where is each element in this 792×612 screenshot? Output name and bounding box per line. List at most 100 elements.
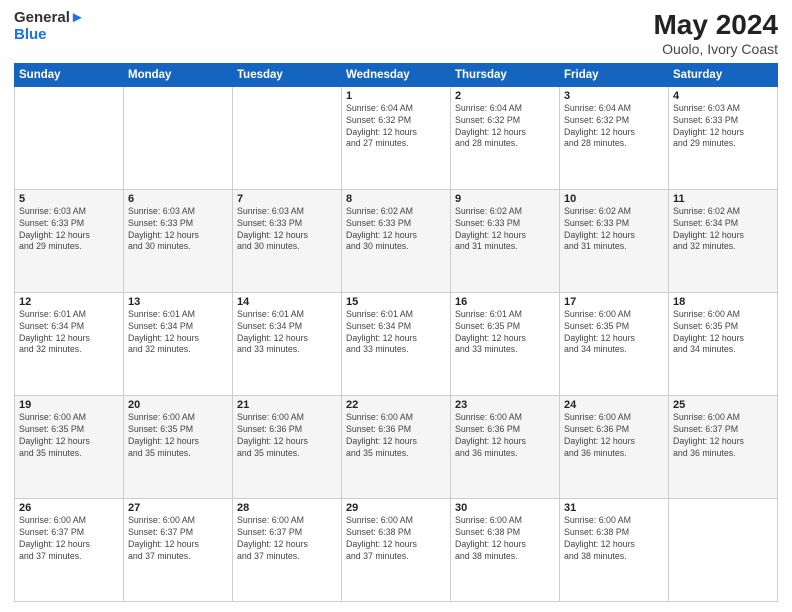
day-info-0-3: Sunrise: 6:04 AM Sunset: 6:32 PM Dayligh… — [346, 103, 446, 151]
day-info-4-5: Sunrise: 6:00 AM Sunset: 6:38 PM Dayligh… — [564, 515, 664, 563]
header-thursday: Thursday — [451, 63, 560, 86]
cell-1-1: 6Sunrise: 6:03 AM Sunset: 6:33 PM Daylig… — [124, 189, 233, 292]
header-saturday: Saturday — [669, 63, 778, 86]
day-num-1-0: 5 — [19, 193, 119, 205]
day-info-1-0: Sunrise: 6:03 AM Sunset: 6:33 PM Dayligh… — [19, 206, 119, 254]
day-info-1-1: Sunrise: 6:03 AM Sunset: 6:33 PM Dayligh… — [128, 206, 228, 254]
day-info-0-6: Sunrise: 6:03 AM Sunset: 6:33 PM Dayligh… — [673, 103, 773, 151]
cell-0-0 — [15, 86, 124, 189]
day-num-0-6: 4 — [673, 90, 773, 102]
cell-2-4: 16Sunrise: 6:01 AM Sunset: 6:35 PM Dayli… — [451, 292, 560, 395]
page: General► Blue May 2024 Ouolo, Ivory Coas… — [0, 0, 792, 612]
day-num-1-6: 11 — [673, 193, 773, 205]
day-num-1-2: 7 — [237, 193, 337, 205]
cell-2-2: 14Sunrise: 6:01 AM Sunset: 6:34 PM Dayli… — [233, 292, 342, 395]
calendar-title: May 2024 — [653, 10, 778, 41]
header-friday: Friday — [560, 63, 669, 86]
logo: General► Blue — [14, 10, 85, 43]
day-num-2-4: 16 — [455, 296, 555, 308]
cell-1-3: 8Sunrise: 6:02 AM Sunset: 6:33 PM Daylig… — [342, 189, 451, 292]
day-num-4-3: 29 — [346, 502, 446, 514]
day-info-2-5: Sunrise: 6:00 AM Sunset: 6:35 PM Dayligh… — [564, 309, 664, 357]
day-info-2-6: Sunrise: 6:00 AM Sunset: 6:35 PM Dayligh… — [673, 309, 773, 357]
cell-0-2 — [233, 86, 342, 189]
day-info-3-4: Sunrise: 6:00 AM Sunset: 6:36 PM Dayligh… — [455, 412, 555, 460]
header-sunday: Sunday — [15, 63, 124, 86]
cell-3-5: 24Sunrise: 6:00 AM Sunset: 6:36 PM Dayli… — [560, 395, 669, 498]
cell-0-1 — [124, 86, 233, 189]
cell-0-5: 3Sunrise: 6:04 AM Sunset: 6:32 PM Daylig… — [560, 86, 669, 189]
day-num-2-3: 15 — [346, 296, 446, 308]
day-num-1-1: 6 — [128, 193, 228, 205]
day-info-3-0: Sunrise: 6:00 AM Sunset: 6:35 PM Dayligh… — [19, 412, 119, 460]
day-num-2-1: 13 — [128, 296, 228, 308]
day-num-1-5: 10 — [564, 193, 664, 205]
cell-4-2: 28Sunrise: 6:00 AM Sunset: 6:37 PM Dayli… — [233, 498, 342, 601]
day-info-3-1: Sunrise: 6:00 AM Sunset: 6:35 PM Dayligh… — [128, 412, 228, 460]
week-row-3: 19Sunrise: 6:00 AM Sunset: 6:35 PM Dayli… — [15, 395, 778, 498]
cell-0-6: 4Sunrise: 6:03 AM Sunset: 6:33 PM Daylig… — [669, 86, 778, 189]
cell-3-0: 19Sunrise: 6:00 AM Sunset: 6:35 PM Dayli… — [15, 395, 124, 498]
day-num-1-4: 9 — [455, 193, 555, 205]
cell-2-5: 17Sunrise: 6:00 AM Sunset: 6:35 PM Dayli… — [560, 292, 669, 395]
day-info-1-4: Sunrise: 6:02 AM Sunset: 6:33 PM Dayligh… — [455, 206, 555, 254]
day-num-3-1: 20 — [128, 399, 228, 411]
day-num-4-4: 30 — [455, 502, 555, 514]
cell-1-6: 11Sunrise: 6:02 AM Sunset: 6:34 PM Dayli… — [669, 189, 778, 292]
day-info-1-5: Sunrise: 6:02 AM Sunset: 6:33 PM Dayligh… — [564, 206, 664, 254]
day-num-3-0: 19 — [19, 399, 119, 411]
day-num-2-5: 17 — [564, 296, 664, 308]
day-num-4-5: 31 — [564, 502, 664, 514]
day-num-3-6: 25 — [673, 399, 773, 411]
cell-2-1: 13Sunrise: 6:01 AM Sunset: 6:34 PM Dayli… — [124, 292, 233, 395]
cell-1-4: 9Sunrise: 6:02 AM Sunset: 6:33 PM Daylig… — [451, 189, 560, 292]
cell-3-1: 20Sunrise: 6:00 AM Sunset: 6:35 PM Dayli… — [124, 395, 233, 498]
week-row-0: 1Sunrise: 6:04 AM Sunset: 6:32 PM Daylig… — [15, 86, 778, 189]
cell-4-6 — [669, 498, 778, 601]
day-num-2-6: 18 — [673, 296, 773, 308]
day-num-0-4: 2 — [455, 90, 555, 102]
day-info-2-2: Sunrise: 6:01 AM Sunset: 6:34 PM Dayligh… — [237, 309, 337, 357]
week-row-1: 5Sunrise: 6:03 AM Sunset: 6:33 PM Daylig… — [15, 189, 778, 292]
cell-1-0: 5Sunrise: 6:03 AM Sunset: 6:33 PM Daylig… — [15, 189, 124, 292]
header-monday: Monday — [124, 63, 233, 86]
day-num-4-0: 26 — [19, 502, 119, 514]
day-info-2-1: Sunrise: 6:01 AM Sunset: 6:34 PM Dayligh… — [128, 309, 228, 357]
day-num-2-0: 12 — [19, 296, 119, 308]
day-info-4-1: Sunrise: 6:00 AM Sunset: 6:37 PM Dayligh… — [128, 515, 228, 563]
day-info-3-2: Sunrise: 6:00 AM Sunset: 6:36 PM Dayligh… — [237, 412, 337, 460]
cell-3-2: 21Sunrise: 6:00 AM Sunset: 6:36 PM Dayli… — [233, 395, 342, 498]
day-info-4-3: Sunrise: 6:00 AM Sunset: 6:38 PM Dayligh… — [346, 515, 446, 563]
cell-2-0: 12Sunrise: 6:01 AM Sunset: 6:34 PM Dayli… — [15, 292, 124, 395]
cell-2-6: 18Sunrise: 6:00 AM Sunset: 6:35 PM Dayli… — [669, 292, 778, 395]
day-info-2-0: Sunrise: 6:01 AM Sunset: 6:34 PM Dayligh… — [19, 309, 119, 357]
cell-2-3: 15Sunrise: 6:01 AM Sunset: 6:34 PM Dayli… — [342, 292, 451, 395]
day-info-2-4: Sunrise: 6:01 AM Sunset: 6:35 PM Dayligh… — [455, 309, 555, 357]
day-num-3-5: 24 — [564, 399, 664, 411]
day-num-2-2: 14 — [237, 296, 337, 308]
cell-4-1: 27Sunrise: 6:00 AM Sunset: 6:37 PM Dayli… — [124, 498, 233, 601]
day-num-0-5: 3 — [564, 90, 664, 102]
day-info-1-3: Sunrise: 6:02 AM Sunset: 6:33 PM Dayligh… — [346, 206, 446, 254]
day-num-4-1: 27 — [128, 502, 228, 514]
cell-4-0: 26Sunrise: 6:00 AM Sunset: 6:37 PM Dayli… — [15, 498, 124, 601]
day-info-0-4: Sunrise: 6:04 AM Sunset: 6:32 PM Dayligh… — [455, 103, 555, 151]
calendar-subtitle: Ouolo, Ivory Coast — [653, 41, 778, 57]
day-info-1-6: Sunrise: 6:02 AM Sunset: 6:34 PM Dayligh… — [673, 206, 773, 254]
cell-1-5: 10Sunrise: 6:02 AM Sunset: 6:33 PM Dayli… — [560, 189, 669, 292]
cell-3-4: 23Sunrise: 6:00 AM Sunset: 6:36 PM Dayli… — [451, 395, 560, 498]
cell-0-4: 2Sunrise: 6:04 AM Sunset: 6:32 PM Daylig… — [451, 86, 560, 189]
day-info-3-3: Sunrise: 6:00 AM Sunset: 6:36 PM Dayligh… — [346, 412, 446, 460]
cell-0-3: 1Sunrise: 6:04 AM Sunset: 6:32 PM Daylig… — [342, 86, 451, 189]
cell-4-5: 31Sunrise: 6:00 AM Sunset: 6:38 PM Dayli… — [560, 498, 669, 601]
header-wednesday: Wednesday — [342, 63, 451, 86]
week-row-4: 26 Sunrise: 6:00 AM Sunset: 6:37 PM Dayli… — [15, 498, 778, 601]
day-info-2-3: Sunrise: 6:01 AM Sunset: 6:34 PM Dayligh… — [346, 309, 446, 357]
header: General► Blue May 2024 Ouolo, Ivory Coas… — [14, 10, 778, 57]
title-area: May 2024 Ouolo, Ivory Coast — [653, 10, 778, 57]
week-row-2: 12Sunrise: 6:01 AM Sunset: 6:34 PM Dayli… — [15, 292, 778, 395]
header-row: Sunday Monday Tuesday Wednesday Thursday… — [15, 63, 778, 86]
cell-4-4: 30Sunrise: 6:00 AM Sunset: 6:38 PM Dayli… — [451, 498, 560, 601]
day-info-4-4: Sunrise: 6:00 AM Sunset: 6:38 PM Dayligh… — [455, 515, 555, 563]
day-info-4-2: Sunrise: 6:00 AM Sunset: 6:37 PM Dayligh… — [237, 515, 337, 563]
